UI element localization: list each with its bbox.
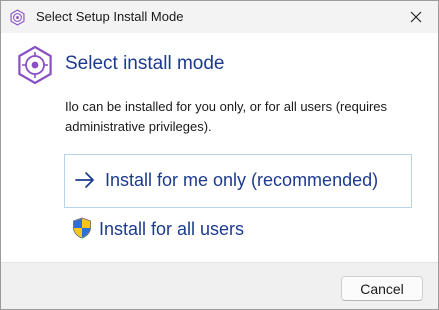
arrow-right-icon (75, 172, 94, 188)
install-for-all-users-label: Install for all users (99, 219, 245, 239)
title-bar[interactable]: Select Setup Install Mode (1, 1, 438, 33)
install-for-me-only-button[interactable]: Install for me only (recommended) (64, 154, 412, 208)
install-mode-description: Ilo can be installed for you only, or fo… (65, 99, 388, 134)
close-icon (410, 11, 422, 23)
window-title: Select Setup Install Mode (36, 9, 184, 24)
app-logo-icon (18, 45, 52, 85)
install-for-me-only-label: Install for me only (recommended) (105, 170, 379, 190)
uac-shield-icon (73, 217, 91, 239)
page-title: Select install mode (65, 53, 225, 74)
dialog-content: Select install mode Ilo can be installed… (1, 33, 438, 262)
install-for-all-users-button[interactable]: Install for all users (64, 211, 410, 247)
cancel-button[interactable]: Cancel (341, 276, 423, 301)
dialog-footer: Cancel (1, 262, 438, 309)
close-button[interactable] (394, 1, 438, 33)
app-logo-icon (10, 9, 25, 26)
setup-dialog: Select Setup Install Mode Select install… (0, 0, 439, 310)
